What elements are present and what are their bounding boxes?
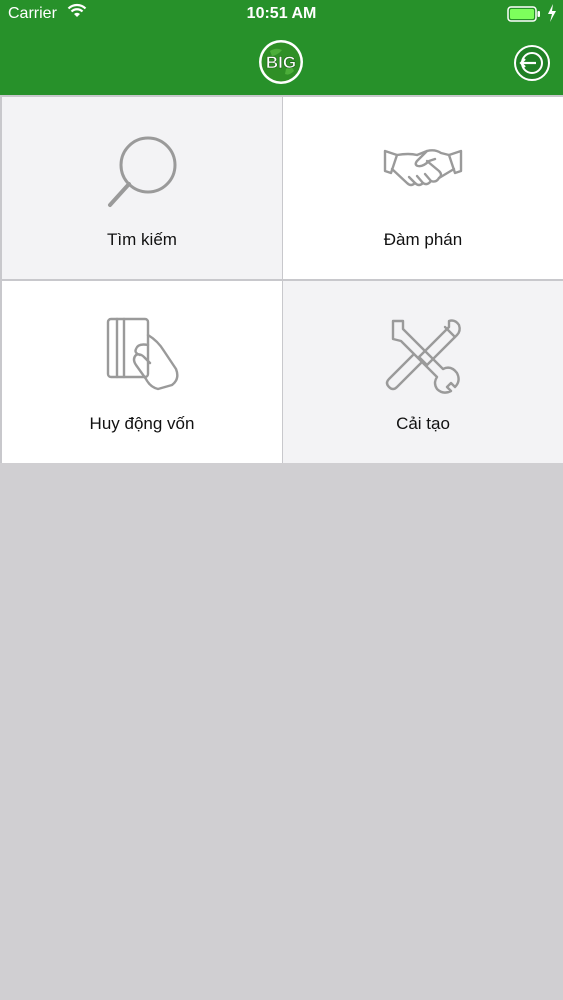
menu-tile-negotiation[interactable]: Đàm phán: [283, 97, 563, 279]
battery-icon: [507, 6, 541, 27]
handshake-icon: [283, 133, 563, 213]
menu-tile-fundraising[interactable]: Huy động vốn: [2, 281, 282, 463]
menu-label: Cải tạo: [396, 414, 450, 433]
search-icon: [2, 133, 282, 213]
big-logo: BIG: [258, 39, 304, 85]
logout-icon: [514, 45, 550, 81]
charging-icon: [547, 4, 557, 27]
menu-grid: Tìm kiếm Đàm phán Huy động vốn Cải tạo: [0, 95, 563, 463]
menu-label: Đàm phán: [383, 230, 463, 249]
logo-text: BIG: [266, 53, 296, 72]
menu-label: Tìm kiếm: [107, 230, 177, 249]
menu-tile-search[interactable]: Tìm kiếm: [2, 97, 282, 279]
nav-bar: BIG: [0, 28, 563, 95]
status-bar: Carrier 10:51 AM: [0, 0, 563, 28]
logout-button[interactable]: [513, 44, 551, 82]
menu-tile-renovation[interactable]: Cải tạo: [283, 281, 563, 463]
tools-icon: [283, 317, 563, 397]
card-hand-icon: [2, 317, 282, 397]
menu-label: Huy động vốn: [89, 414, 195, 433]
clock: 10:51 AM: [246, 5, 317, 22]
